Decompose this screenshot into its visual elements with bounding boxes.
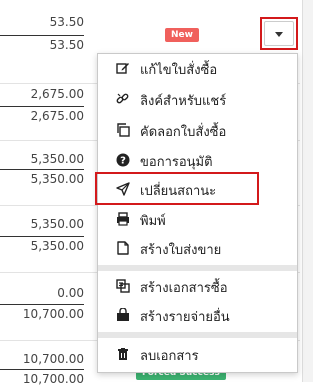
menu-item-create-purchase-doc[interactable]: สร้างเอกสารซื้อ (98, 274, 297, 298)
table-row[interactable]: 53.50 53.50 New (0, 0, 300, 60)
row-bottom-amount: 53.50 (0, 35, 84, 52)
menu-item-print[interactable]: พิมพ์ (98, 207, 297, 231)
row-bottom-amount: 10,700.00 (0, 304, 84, 321)
row-top-amount: 5,350.00 (30, 152, 84, 166)
menu-item-label: พิมพ์ (140, 214, 166, 229)
shopping-bag-icon (116, 308, 130, 322)
row-bottom-amount: 5,350.00 (0, 169, 84, 186)
print-icon (116, 212, 130, 226)
menu-item-share-link[interactable]: ลิงค์สำหรับแชร์ (98, 87, 297, 111)
menu-item-label: สร้างรายจ่ายอื่น (140, 310, 230, 325)
edit-icon (116, 61, 130, 75)
row-top-amount: 5,350.00 (30, 217, 84, 231)
row-bottom-amount: 2,675.00 (0, 106, 84, 123)
row-top-amount: 53.50 (49, 15, 84, 29)
menu-item-copy-order[interactable]: คัดลอกใบสั่งซื้อ (98, 118, 297, 142)
row-bottom-amount: 5,350.00 (0, 236, 84, 253)
menu-item-label: ลิงค์สำหรับแชร์ (140, 94, 227, 109)
actions-dropdown-button[interactable] (264, 21, 294, 46)
menu-item-label: เปลี่ยนสถานะ (140, 184, 217, 199)
menu-item-label: คัดลอกใบสั่งซื้อ (140, 125, 227, 140)
row-top-amount: 2,675.00 (30, 87, 84, 101)
vertical-scrollbar[interactable] (302, 0, 313, 382)
copy-icon (116, 123, 130, 137)
trash-icon (116, 347, 130, 361)
menu-item-request-approval[interactable]: ? ขอการอนุมัติ (98, 148, 297, 172)
menu-item-edit-order[interactable]: แก้ไขใบสั่งซื้อ (98, 56, 297, 80)
duplicate-doc-icon (116, 279, 130, 293)
question-circle-icon: ? (116, 153, 130, 167)
status-badge: New (165, 28, 199, 42)
menu-item-change-status[interactable]: เปลี่ยนสถานะ (98, 177, 297, 201)
actions-menu: แก้ไขใบสั่งซื้อ ลิงค์สำหรับแชร์ คัดลอกใบ… (97, 53, 298, 373)
send-icon (116, 182, 130, 196)
menu-item-create-other-expense[interactable]: สร้างรายจ่ายอื่น (98, 303, 297, 327)
menu-divider (98, 332, 297, 338)
menu-item-label: ขอการอนุมัติ (140, 155, 213, 170)
row-top-amount: 0.00 (57, 286, 84, 300)
menu-item-label: สร้างเอกสารซื้อ (140, 281, 228, 296)
menu-item-create-sales-delivery[interactable]: สร้างใบส่งขาย (98, 236, 297, 260)
file-icon (116, 241, 130, 255)
caret-down-icon (275, 32, 283, 37)
menu-item-label: แก้ไขใบสั่งซื้อ (140, 63, 218, 78)
menu-item-delete-document[interactable]: ลบเอกสาร (98, 342, 297, 366)
svg-text:?: ? (120, 156, 126, 167)
share-link-icon (116, 92, 130, 106)
menu-divider (98, 265, 297, 271)
row-top-amount: 10,700.00 (22, 352, 84, 366)
menu-item-label: สร้างใบส่งขาย (140, 243, 222, 258)
row-bottom-amount: 10,700.00 (0, 369, 84, 386)
menu-item-label: ลบเอกสาร (140, 349, 199, 364)
